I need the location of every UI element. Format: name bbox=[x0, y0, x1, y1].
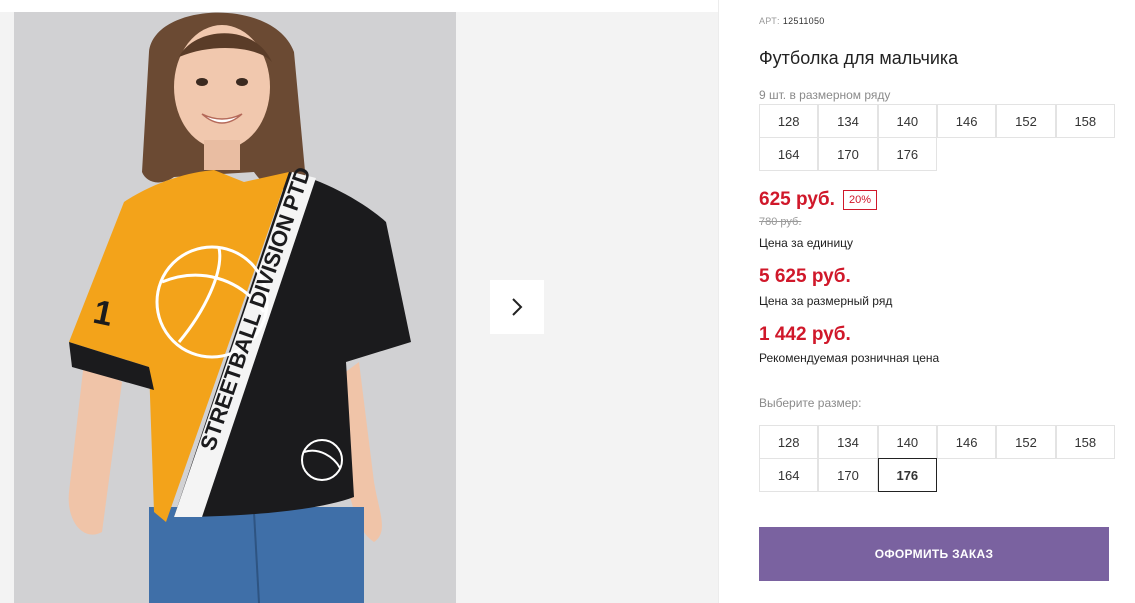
old-price: 780 руб. bbox=[759, 216, 802, 228]
size-option[interactable]: 170 bbox=[818, 458, 878, 492]
unit-price-label: Цена за единицу bbox=[759, 236, 854, 250]
series-size: 176 bbox=[877, 137, 937, 171]
series-size: 158 bbox=[1055, 104, 1115, 138]
series-price-label: Цена за размерный ряд bbox=[759, 294, 893, 308]
choose-size-label: Выберите размер: bbox=[759, 396, 862, 410]
series-size: 152 bbox=[996, 104, 1056, 138]
series-price: 5 625 руб. bbox=[759, 266, 851, 287]
series-size-grid: 128 134 140 146 152 158 164 170 176 bbox=[759, 104, 1115, 171]
series-note: 9 шт. в размерном ряду bbox=[759, 88, 891, 102]
retail-price: 1 442 руб. bbox=[759, 324, 851, 345]
series-size: 128 bbox=[759, 104, 819, 138]
column-divider bbox=[718, 0, 719, 603]
size-option[interactable]: 128 bbox=[759, 425, 819, 459]
size-option[interactable]: 152 bbox=[996, 425, 1056, 459]
next-image-button[interactable] bbox=[490, 280, 544, 334]
series-size: 170 bbox=[818, 137, 878, 171]
size-option[interactable]: 134 bbox=[818, 425, 878, 459]
retail-price-label: Рекомендуемая розничная цена bbox=[759, 351, 940, 365]
chevron-right-icon bbox=[512, 298, 523, 316]
series-size: 146 bbox=[936, 104, 997, 138]
series-size: 140 bbox=[877, 104, 937, 138]
article-number: АРТ: 12511050 bbox=[759, 16, 825, 26]
product-photo-illustration: 1 STREETBALL DIVISION PTD bbox=[14, 12, 456, 603]
size-option-selected[interactable]: 176 bbox=[877, 458, 937, 492]
size-option[interactable]: 140 bbox=[877, 425, 937, 459]
size-option[interactable]: 158 bbox=[1055, 425, 1115, 459]
product-photo[interactable]: 1 STREETBALL DIVISION PTD bbox=[14, 12, 456, 603]
discount-badge: 20% bbox=[843, 190, 878, 210]
size-option[interactable]: 146 bbox=[936, 425, 997, 459]
size-picker: 128 134 140 146 152 158 164 170 176 bbox=[759, 425, 1115, 492]
place-order-button[interactable]: ОФОРМИТЬ ЗАКАЗ bbox=[759, 527, 1109, 581]
series-size: 164 bbox=[759, 137, 819, 171]
series-size: 134 bbox=[818, 104, 878, 138]
product-gallery: 1 STREETBALL DIVISION PTD bbox=[0, 0, 718, 603]
product-title: Футболка для мальчика bbox=[759, 48, 959, 68]
size-option[interactable]: 164 bbox=[759, 458, 819, 492]
unit-price: 625 руб. bbox=[759, 189, 835, 210]
prev-image-strip[interactable] bbox=[0, 12, 14, 603]
